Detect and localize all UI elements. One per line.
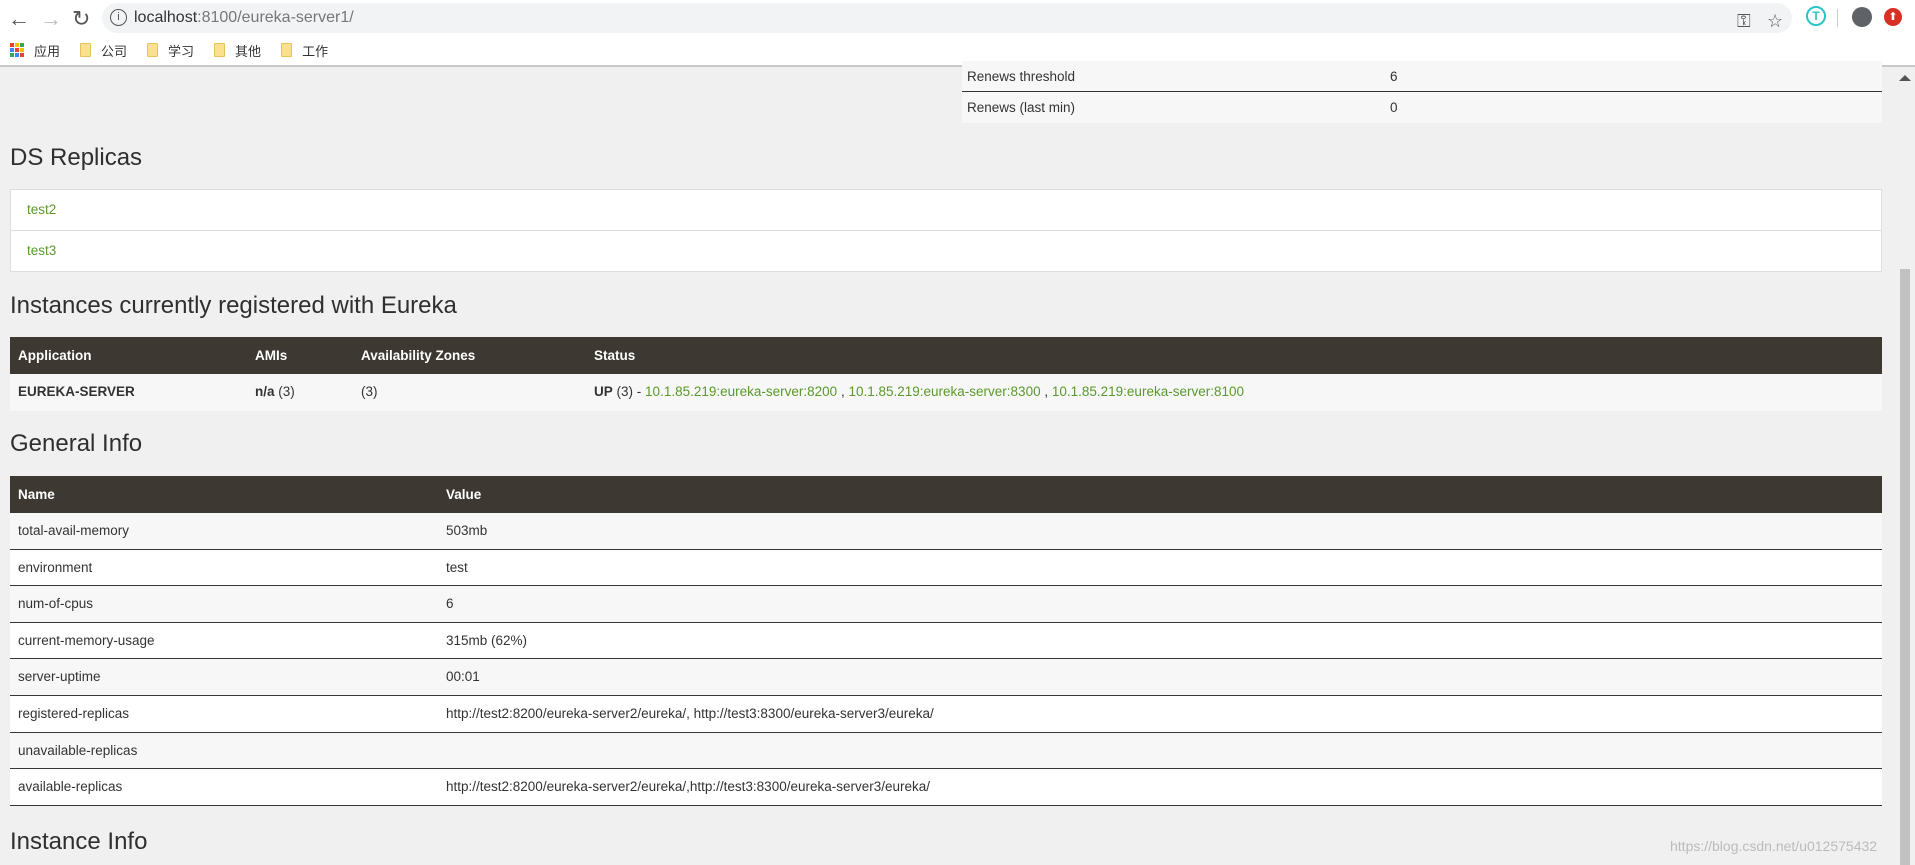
extension-t-icon[interactable]: T xyxy=(1806,6,1826,26)
info-value: 503mb xyxy=(446,523,488,538)
list-item: test3 xyxy=(11,231,1881,272)
scrollbar[interactable] xyxy=(1895,69,1915,865)
bookmark-label: 其他 xyxy=(235,43,262,59)
instances-heading: Instances currently registered with Eure… xyxy=(10,292,457,319)
table-header: Name Value xyxy=(10,476,1882,513)
ds-replicas-list: test2 test3 xyxy=(10,189,1882,272)
folder-icon xyxy=(147,43,159,57)
column-header: AMIs xyxy=(255,348,288,363)
table-header: Application AMIs Availability Zones Stat… xyxy=(10,337,1882,374)
info-value: 315mb (62%) xyxy=(446,632,528,648)
instance-info-heading: Instance Info xyxy=(10,828,148,855)
info-name: server-uptime xyxy=(18,669,101,685)
status-up: UP xyxy=(594,384,613,399)
scroll-up-icon[interactable] xyxy=(1899,75,1911,81)
info-name: current-memory-usage xyxy=(18,632,155,648)
table-row: num-of-cpus 6 xyxy=(10,586,1882,623)
info-name: registered-replicas xyxy=(18,705,130,721)
table-row: available-replicas http://test2:8200/eure… xyxy=(10,769,1882,806)
column-header: Availability Zones xyxy=(361,348,476,363)
renews-table: Renews threshold 6 Renews (last min) 0 xyxy=(962,61,1882,123)
instance-link[interactable]: 10.1.85.219:eureka-server:8300 xyxy=(848,384,1040,399)
table-row: total-avail-memory 503mb xyxy=(10,513,1882,550)
info-value: test xyxy=(446,559,468,575)
table-row: EUREKA-SERVER n/a (3) (3) UP (3) - 10.1.… xyxy=(10,374,1882,411)
renews-value: 0 xyxy=(1390,100,1398,115)
replica-link[interactable]: test3 xyxy=(27,243,56,258)
bookmark-label: 应用 xyxy=(34,43,61,59)
status-cell: UP (3) - 10.1.85.219:eureka-server:8200 … xyxy=(594,384,1244,399)
replica-link[interactable]: test2 xyxy=(27,202,56,217)
browser-chrome: ← → ↻ i localhost:8100/eureka-server1/ ⚿… xyxy=(0,0,1915,67)
bookmark-label: 工作 xyxy=(302,43,329,59)
general-info-table: Name Value total-avail-memory 503mb enviro… xyxy=(10,476,1882,806)
instance-link[interactable]: 10.1.85.219:eureka-server:8200 xyxy=(645,384,837,399)
ds-replicas-heading: DS Replicas xyxy=(10,144,143,171)
instance-link[interactable]: 10.1.85.219:eureka-server:8100 xyxy=(1052,384,1244,399)
info-icon[interactable]: i xyxy=(110,9,127,26)
bookmark-apps[interactable]: 应用 xyxy=(10,41,60,60)
table-row: server-uptime 00:01 xyxy=(10,659,1882,696)
renews-value: 6 xyxy=(1390,69,1398,84)
divider xyxy=(1837,9,1838,27)
info-value: 6 xyxy=(446,596,454,612)
info-name: unavailable-replicas xyxy=(18,742,138,758)
table-row: unavailable-replicas xyxy=(10,732,1882,770)
bookmark-folder[interactable]: 公司 xyxy=(80,41,127,60)
bookmark-folder[interactable]: 学习 xyxy=(147,41,194,60)
amis-value: n/a xyxy=(255,384,275,399)
info-name: total-avail-memory xyxy=(18,523,130,538)
info-value: http://test2:8200/eureka-server2/eureka/… xyxy=(446,705,934,721)
watermark: https://blog.csdn.net/u012575432 xyxy=(1670,838,1878,854)
forward-icon[interactable]: → xyxy=(40,6,62,32)
info-name: environment xyxy=(18,559,93,575)
table-row: Renews threshold 6 xyxy=(962,61,1882,92)
profile-icon[interactable] xyxy=(1852,7,1872,27)
table-row: current-memory-usage 315mb (62%) xyxy=(10,622,1882,660)
bookmark-folder[interactable]: 工作 xyxy=(281,41,328,60)
amis-count: (3) xyxy=(278,384,295,399)
apps-icon xyxy=(10,43,24,57)
renews-label: Renews (last min) xyxy=(967,100,1076,115)
column-header: Name xyxy=(18,487,55,502)
column-header: Status xyxy=(594,348,636,363)
bookmark-folder[interactable]: 其他 xyxy=(214,41,261,60)
folder-icon xyxy=(214,43,226,57)
info-value: http://test2:8200/eureka-server2/eureka/… xyxy=(446,779,931,795)
application-name: EUREKA-SERVER xyxy=(18,384,135,399)
instances-table: Application AMIs Availability Zones Stat… xyxy=(10,337,1882,411)
bookmark-label: 公司 xyxy=(101,43,128,59)
folder-icon xyxy=(281,43,293,57)
zones-cell: (3) xyxy=(361,384,378,399)
amis-cell: n/a (3) xyxy=(255,374,295,410)
star-icon[interactable]: ☆ xyxy=(1767,11,1783,32)
bookmark-label: 学习 xyxy=(168,43,195,59)
address-bar[interactable]: i localhost:8100/eureka-server1/ ⚿ ☆ xyxy=(102,3,1792,33)
key-icon[interactable]: ⚿ xyxy=(1737,11,1751,32)
back-icon[interactable]: ← xyxy=(8,6,30,32)
column-header: Application xyxy=(18,348,92,363)
info-name: num-of-cpus xyxy=(18,596,94,612)
list-item: test2 xyxy=(11,190,1881,231)
update-icon[interactable]: ⬆ xyxy=(1884,8,1902,26)
general-info-heading: General Info xyxy=(10,430,143,457)
table-row: Renews (last min) 0 xyxy=(962,92,1882,123)
bookmarks-bar: 应用 公司 学习 其他 工作 xyxy=(0,38,338,62)
url-text: localhost:8100/eureka-server1/ xyxy=(134,9,354,26)
renews-label: Renews threshold xyxy=(967,69,1076,84)
column-header: Value xyxy=(446,487,482,502)
table-row: registered-replicas http://test2:8200/eur… xyxy=(10,695,1882,733)
status-count: (3) - xyxy=(616,384,642,399)
folder-icon xyxy=(80,43,92,57)
reload-icon[interactable]: ↻ xyxy=(72,6,90,32)
table-row: environment test xyxy=(10,549,1882,587)
info-value: 00:01 xyxy=(446,669,480,685)
scrollbar-thumb[interactable] xyxy=(1900,269,1910,865)
info-name: available-replicas xyxy=(18,779,123,795)
